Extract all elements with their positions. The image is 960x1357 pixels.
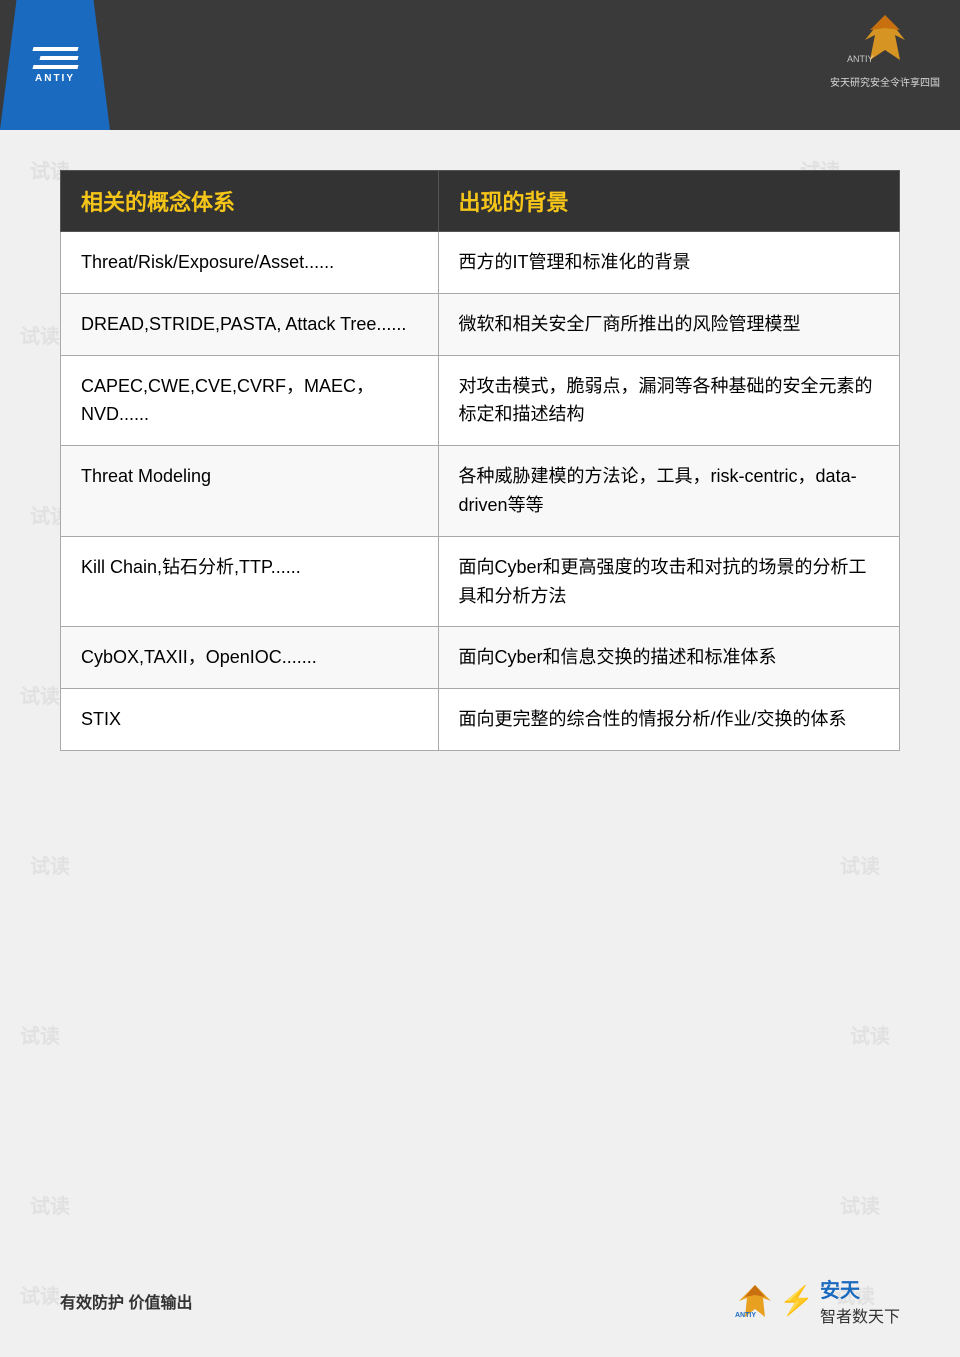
main-content: 相关的概念体系 出现的背景 Threat/Risk/Exposure/Asset…	[0, 130, 960, 781]
col2-header: 出现的背景	[438, 171, 899, 232]
table-row: Threat/Risk/Exposure/Asset......西方的IT管理和…	[61, 232, 900, 294]
table-cell-right: 西方的IT管理和标准化的背景	[438, 232, 899, 294]
footer: 有效防护 价值输出 ANTIY ⚡ 安天 智者数天下	[0, 1274, 960, 1327]
logo-line-3	[32, 65, 78, 69]
table-cell-left: STIX	[61, 689, 439, 751]
table-row: Kill Chain,钻石分析,TTP......面向Cyber和更高强度的攻击…	[61, 536, 900, 627]
table-row: DREAD,STRIDE,PASTA, Attack Tree......微软和…	[61, 293, 900, 355]
table-cell-left: Threat/Risk/Exposure/Asset......	[61, 232, 439, 294]
footer-slogan: 智者数天下	[820, 1303, 900, 1327]
header-brand: ANTIY 安天研究安全令许享四国	[830, 10, 940, 89]
footer-logo: ANTIY ⚡	[735, 1283, 814, 1319]
svg-text:ANTIY: ANTIY	[847, 54, 874, 64]
watermark: 试读	[850, 1020, 890, 1049]
watermark: 试读	[30, 1190, 70, 1219]
header: ANTIY ANTIY 安天研究安全令许享四国	[0, 0, 960, 130]
table-cell-right: 面向Cyber和信息交换的描述和标准体系	[438, 627, 899, 689]
table-cell-left: CybOX,TAXII，OpenIOC.......	[61, 627, 439, 689]
svg-text:ANTIY: ANTIY	[735, 1312, 756, 1319]
table-cell-left: DREAD,STRIDE,PASTA, Attack Tree......	[61, 293, 439, 355]
brand-logo: ANTIY	[845, 10, 925, 70]
table-cell-right: 面向更完整的综合性的情报分析/作业/交换的体系	[438, 689, 899, 751]
lightning-icon: ⚡	[779, 1284, 814, 1317]
watermark: 试读	[840, 850, 880, 879]
logo-line-2	[39, 56, 78, 60]
brand-text: 安天研究安全令许享四国	[830, 74, 940, 89]
logo: ANTIY	[0, 0, 110, 130]
table-cell-right: 各种威胁建模的方法论，工具，risk-centric，data-driven等等	[438, 446, 899, 537]
logo-line-1	[32, 47, 78, 51]
watermark: 试读	[840, 1190, 880, 1219]
table-cell-left: Threat Modeling	[61, 446, 439, 537]
table-row: CybOX,TAXII，OpenIOC.......面向Cyber和信息交换的描…	[61, 627, 900, 689]
footer-brand-name: 安天	[820, 1274, 860, 1303]
table-row: CAPEC,CWE,CVE,CVRF，MAEC，NVD......对攻击模式，脆…	[61, 355, 900, 446]
logo-lines	[33, 47, 78, 69]
watermark: 试读	[30, 850, 70, 879]
table-row: Threat Modeling各种威胁建模的方法论，工具，risk-centri…	[61, 446, 900, 537]
table-cell-left: CAPEC,CWE,CVE,CVRF，MAEC，NVD......	[61, 355, 439, 446]
table-cell-right: 微软和相关安全厂商所推出的风险管理模型	[438, 293, 899, 355]
table-row: STIX面向更完整的综合性的情报分析/作业/交换的体系	[61, 689, 900, 751]
footer-right: ANTIY ⚡ 安天 智者数天下	[735, 1274, 900, 1327]
col1-header: 相关的概念体系	[61, 171, 439, 232]
table-cell-right: 对攻击模式，脆弱点，漏洞等各种基础的安全元素的标定和描述结构	[438, 355, 899, 446]
table-cell-right: 面向Cyber和更高强度的攻击和对抗的场景的分析工具和分析方法	[438, 536, 899, 627]
table-cell-left: Kill Chain,钻石分析,TTP......	[61, 536, 439, 627]
watermark: 试读	[20, 1020, 60, 1049]
concept-table: 相关的概念体系 出现的背景 Threat/Risk/Exposure/Asset…	[60, 170, 900, 751]
footer-left-text: 有效防护 价值输出	[60, 1289, 192, 1313]
logo-text: ANTIY	[35, 73, 75, 84]
